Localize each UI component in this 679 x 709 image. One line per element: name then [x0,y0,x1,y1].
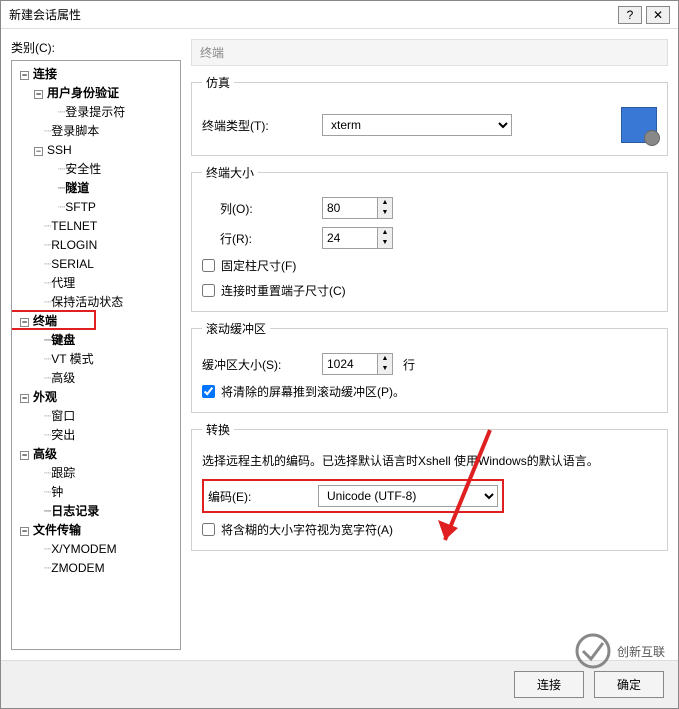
tree-advanced[interactable]: ┈高级 [14,369,178,388]
rows-down[interactable]: ▼ [378,238,392,248]
rows-up[interactable]: ▲ [378,228,392,238]
encoding-label: 编码(E): [208,488,318,505]
buf-down[interactable]: ▼ [378,364,392,374]
titlebar: 新建会话属性 ? ✕ [1,1,678,29]
tree-window[interactable]: ┈窗口 [14,407,178,426]
resetsize-label: 连接时重置端子尺寸(C) [221,282,346,299]
rows-input[interactable] [322,227,378,249]
tree-zmodem[interactable]: ┈ZMODEM [14,559,178,578]
conversion-desc: 选择远程主机的编码。已选择默认语言时Xshell 使用Windows的默认语言。 [202,452,657,469]
tree-ssh[interactable]: −SSH [14,141,178,160]
buffersize-unit: 行 [403,356,415,373]
tree-rlogin[interactable]: ┈RLOGIN [14,236,178,255]
resetsize-checkbox[interactable] [202,284,215,297]
cols-down[interactable]: ▼ [378,208,392,218]
encoding-select[interactable]: Unicode (UTF-8) [318,485,498,507]
close-button[interactable]: ✕ [646,6,670,24]
tree-vtmode[interactable]: ┈VT 模式 [14,350,178,369]
tree-tunnel[interactable]: ┈隧道 [14,179,178,198]
tree-xymodem[interactable]: ┈X/YMODEM [14,540,178,559]
fixedcols-label: 固定柱尺寸(F) [221,257,296,274]
conversion-legend: 转换 [202,421,234,438]
tree-loginscript[interactable]: ┈登录脚本 [14,122,178,141]
dialog-title: 新建会话属性 [9,6,614,23]
ambiguous-label: 将含糊的大小字符视为宽字符(A) [221,521,393,538]
cols-label: 列(O): [220,200,322,217]
tree-advanced2[interactable]: −高级 [14,445,178,464]
tree-sftp[interactable]: ┈SFTP [14,198,178,217]
termtype-label: 终端类型(T): [202,117,322,134]
pushclear-checkbox[interactable] [202,385,215,398]
emulation-legend: 仿真 [202,74,234,91]
scrollback-group: 滚动缓冲区 缓冲区大小(S): ▲▼ 行 将清除的屏幕推到滚动缓冲区(P)。 [191,320,668,413]
termtype-select[interactable]: xterm [322,114,512,136]
watermark-logo: 创新互联 [559,626,679,676]
tree-bell[interactable]: ┈钟 [14,483,178,502]
termsize-group: 终端大小 列(O): ▲▼ 行(R): ▲▼ 固定柱尺寸(F) 连接时重置端子尺… [191,164,668,312]
emulation-group: 仿真 终端类型(T): xterm [191,74,668,156]
buffersize-label: 缓冲区大小(S): [202,356,322,373]
tree-logging[interactable]: ┈日志记录 [14,502,178,521]
tree-userauth[interactable]: −用户身份验证 [14,84,178,103]
dialog: 新建会话属性 ? ✕ 类别(C): −连接 −用户身份验证 ┈登录提示符 ┈登录… [0,0,679,709]
terminal-icon[interactable] [621,107,657,143]
tree-highlight[interactable]: ┈突出 [14,426,178,445]
tree-security[interactable]: ┈安全性 [14,160,178,179]
tree-appearance[interactable]: −外观 [14,388,178,407]
category-label: 类别(C): [11,39,181,56]
panel-header: 终端 [191,39,668,66]
tree-keepalive[interactable]: ┈保持活动状态 [14,293,178,312]
tree-loginprompt[interactable]: ┈登录提示符 [14,103,178,122]
cols-up[interactable]: ▲ [378,198,392,208]
rows-label: 行(R): [220,230,322,247]
tree-telnet[interactable]: ┈TELNET [14,217,178,236]
help-button[interactable]: ? [618,6,642,24]
tree-proxy[interactable]: ┈代理 [14,274,178,293]
tree-filetransfer[interactable]: −文件传输 [14,521,178,540]
conversion-group: 转换 选择远程主机的编码。已选择默认语言时Xshell 使用Windows的默认… [191,421,668,551]
tree-keyboard[interactable]: ┈键盘 [14,331,178,350]
buffersize-input[interactable] [322,353,378,375]
category-tree[interactable]: −连接 −用户身份验证 ┈登录提示符 ┈登录脚本 −SSH ┈安全性 ┈隧道 ┈… [11,60,181,650]
buf-up[interactable]: ▲ [378,354,392,364]
scrollback-legend: 滚动缓冲区 [202,320,270,337]
ambiguous-checkbox[interactable] [202,523,215,536]
tree-trace[interactable]: ┈跟踪 [14,464,178,483]
pushclear-label: 将清除的屏幕推到滚动缓冲区(P)。 [221,383,405,400]
tree-connection[interactable]: −连接 [14,65,178,84]
fixedcols-checkbox[interactable] [202,259,215,272]
tree-serial[interactable]: ┈SERIAL [14,255,178,274]
cols-input[interactable] [322,197,378,219]
termsize-legend: 终端大小 [202,164,258,181]
tree-terminal[interactable]: −终端 [14,312,178,331]
